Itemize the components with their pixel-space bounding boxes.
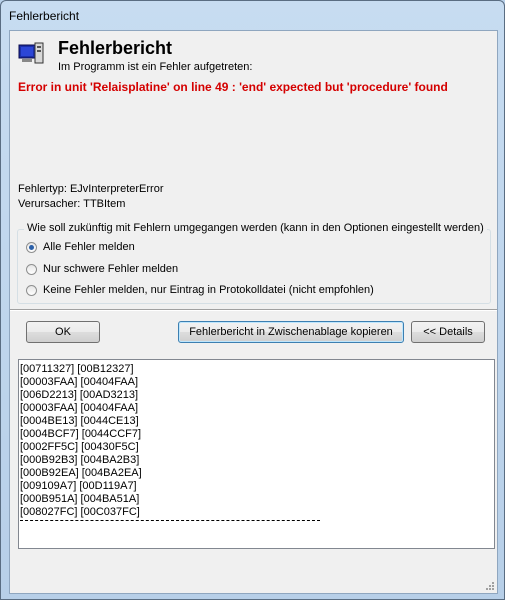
resize-grip-icon[interactable] (485, 581, 495, 591)
radio-label: Alle Fehler melden (43, 241, 135, 253)
ok-button[interactable]: OK (26, 321, 100, 343)
log-line: [009109A7] [00D119A7] (20, 480, 137, 492)
error-header-panel: Fehlerbericht Im Programm ist ein Fehler… (10, 31, 497, 215)
radio-label: Keine Fehler melden, nur Eintrag in Prot… (43, 284, 374, 296)
log-line: [00711327] [00B12327] (20, 363, 134, 375)
log-line: [00003FAA] [00404FAA] (20, 402, 139, 414)
computer-monitor-icon (18, 42, 44, 64)
log-line: [0004BCF7] [0044CCF7] (20, 428, 142, 440)
log-line: [000B92EA] [004BA2EA] (20, 467, 142, 479)
radio-severe-errors[interactable]: Nur schwere Fehler melden (26, 261, 178, 277)
dialog-client-area: Fehlerbericht Im Programm ist ein Fehler… (9, 30, 498, 594)
error-report-window: Fehlerbericht Fehlerbericht Im Programm … (0, 0, 505, 600)
error-message: Error in unit 'Relaisplatine' on line 49… (18, 80, 448, 94)
radio-button[interactable] (26, 284, 37, 296)
log-line: [008027FC] [00C037FC] (20, 506, 140, 518)
log-line: [00003FAA] [00404FAA] (20, 376, 139, 388)
radio-button[interactable] (26, 263, 37, 275)
log-line: [000B951A] [004BA51A] (20, 493, 140, 505)
copy-to-clipboard-button[interactable]: Fehlerbericht in Zwischenablage kopieren (178, 321, 404, 343)
error-cause-label: Verursacher: TTBItem (18, 198, 126, 210)
dialog-subheading: Im Programm ist ein Fehler aufgetreten: (58, 61, 253, 73)
radio-button-checked[interactable] (26, 241, 37, 253)
groupbox-label: Wie soll zukünftig mit Fehlern umgegange… (24, 222, 487, 234)
radio-no-errors[interactable]: Keine Fehler melden, nur Eintrag in Prot… (26, 282, 374, 298)
log-line: [006D2213] [00AD3213] (20, 389, 139, 401)
details-toggle-button[interactable]: << Details (411, 321, 485, 343)
error-type-label: Fehlertyp: EJvInterpreterError (18, 183, 164, 195)
divider (10, 309, 497, 311)
log-line: [000B92B3] [004BA2B3] (20, 454, 140, 466)
radio-label: Nur schwere Fehler melden (43, 263, 179, 275)
radio-all-errors[interactable]: Alle Fehler melden (26, 239, 135, 255)
window-title: Fehlerbericht (9, 9, 80, 23)
title-bar[interactable]: Fehlerbericht (1, 1, 504, 29)
log-line: [0002FF5C] [00430F5C] (20, 441, 139, 453)
log-divider (20, 520, 320, 521)
log-line: [0004BE13] [0044CE13] (20, 415, 139, 427)
stack-trace-memo[interactable]: [00711327] [00B12327] [00003FAA] [00404F… (18, 359, 495, 549)
dialog-heading: Fehlerbericht (58, 38, 173, 58)
